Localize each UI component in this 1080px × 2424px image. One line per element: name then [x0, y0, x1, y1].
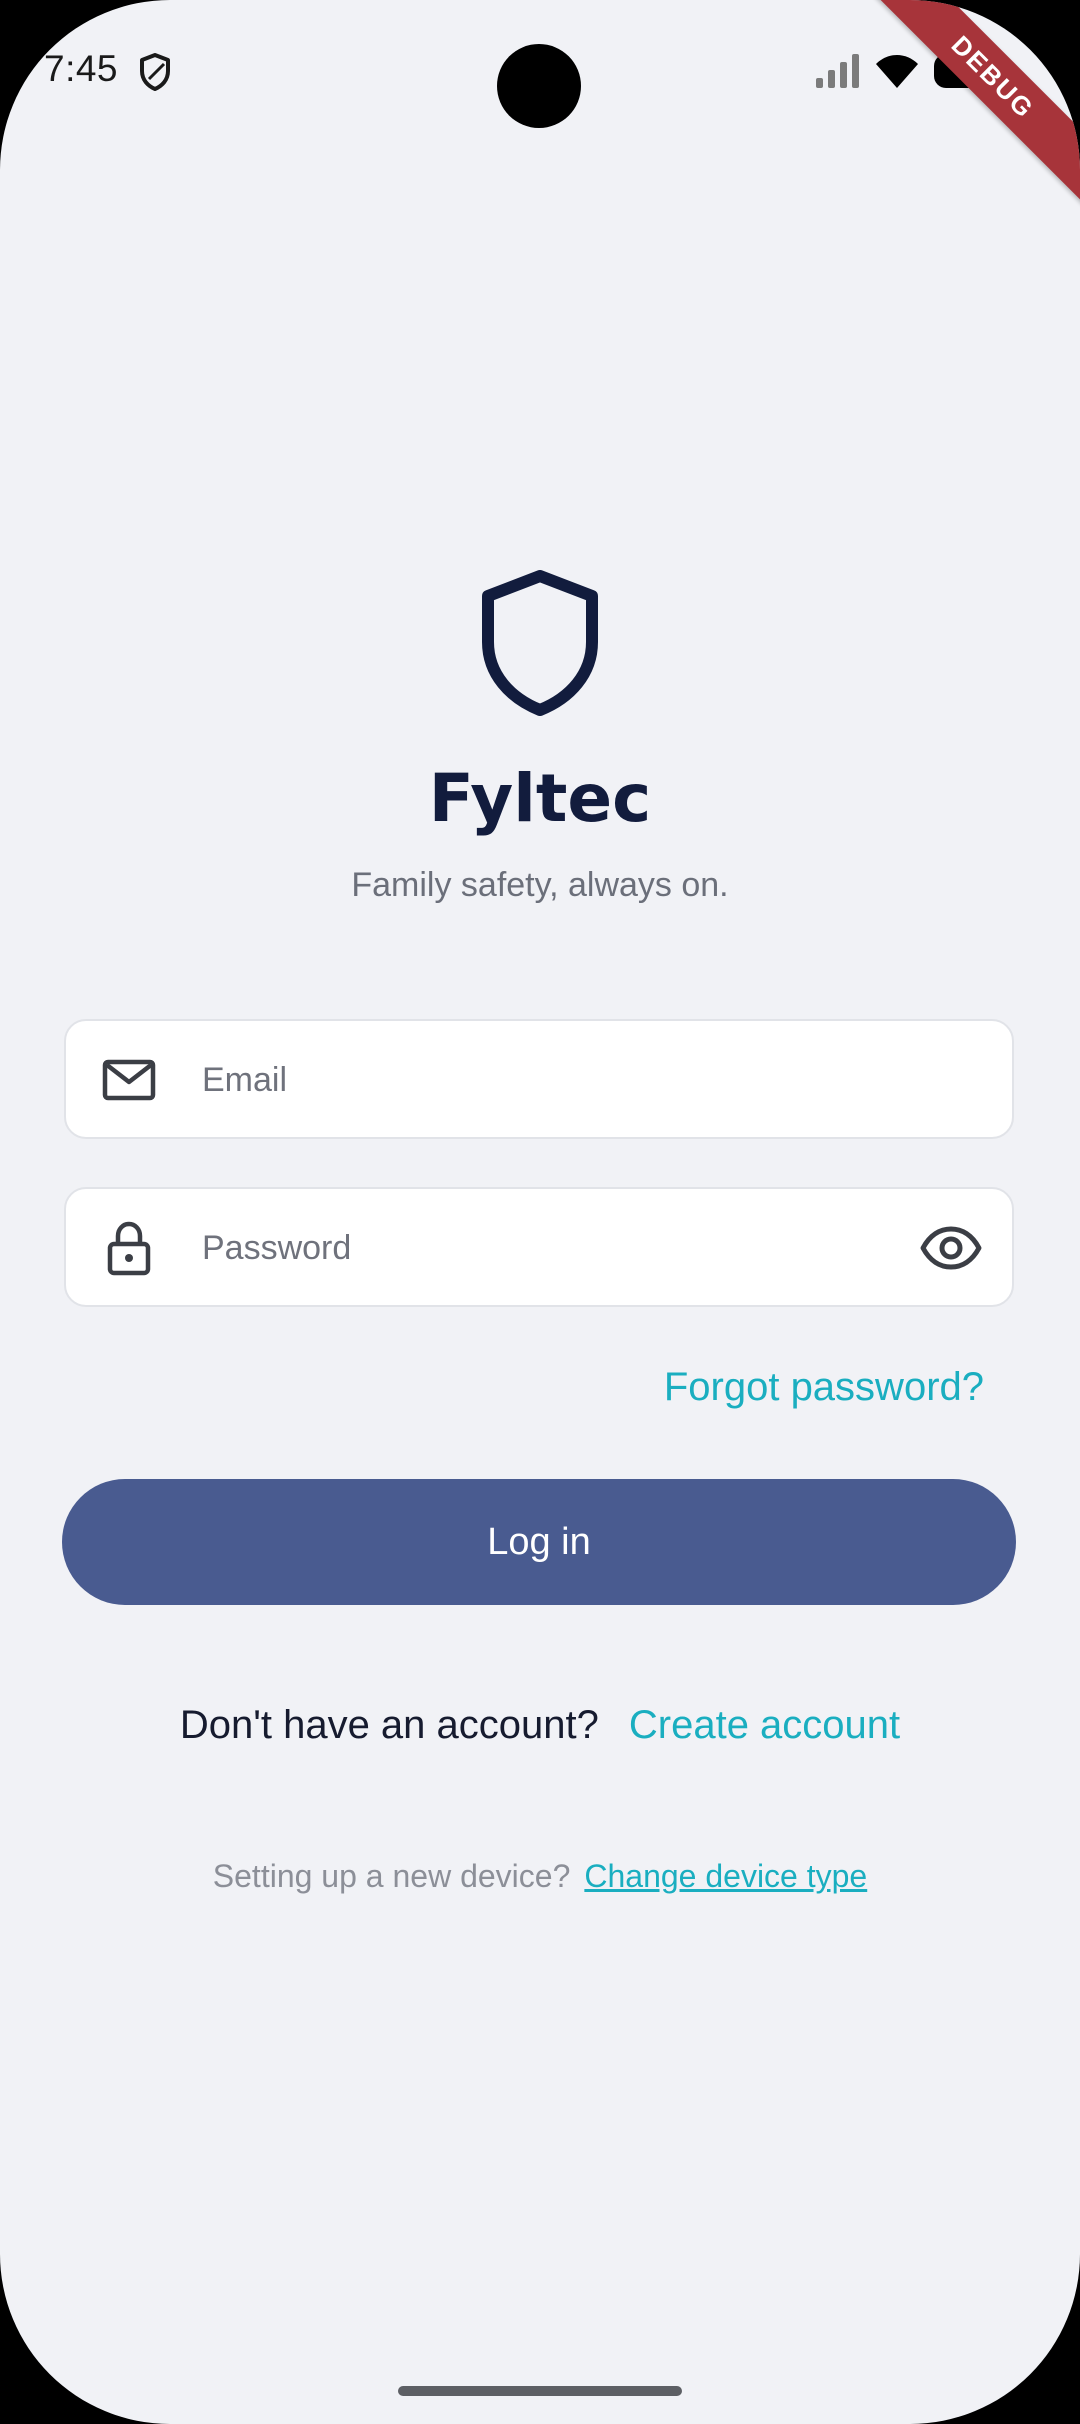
password-field[interactable]	[64, 1187, 1014, 1307]
create-account-link[interactable]: Create account	[629, 1703, 900, 1747]
password-input[interactable]	[200, 1189, 884, 1307]
change-device-type-link[interactable]: Change device type	[584, 1858, 867, 1894]
shield-outline-icon	[482, 570, 598, 716]
wifi-icon	[876, 55, 918, 88]
email-input[interactable]	[200, 1021, 884, 1139]
signup-row: Don't have an account? Create account	[0, 1703, 1080, 1748]
shield-icon	[140, 53, 170, 91]
status-time: 7:45	[44, 48, 119, 89]
device-row: Setting up a new device? Change device ty…	[0, 1858, 1080, 1895]
device-prompt: Setting up a new device?	[212, 1858, 571, 1894]
app-tagline: Family safety, always on.	[351, 866, 729, 904]
signup-prompt: Don't have an account?	[179, 1703, 599, 1747]
debug-banner: DEBUG	[858, 0, 1080, 212]
eye-icon[interactable]	[920, 1217, 982, 1279]
camera-cutout	[497, 44, 581, 128]
app-screen: 7:45 DEBUG Fyltec Family safety, always …	[0, 0, 1080, 2424]
login-button[interactable]: Log in	[62, 1479, 1016, 1605]
app-title: Fyltec	[428, 760, 652, 837]
forgot-password-link[interactable]: Forgot password?	[664, 1365, 984, 1410]
home-indicator[interactable]	[398, 2386, 682, 2396]
email-field[interactable]	[64, 1019, 1014, 1139]
cellular-signal-icon	[816, 54, 859, 88]
lock-icon	[107, 1221, 151, 1276]
mail-icon	[102, 1059, 156, 1101]
